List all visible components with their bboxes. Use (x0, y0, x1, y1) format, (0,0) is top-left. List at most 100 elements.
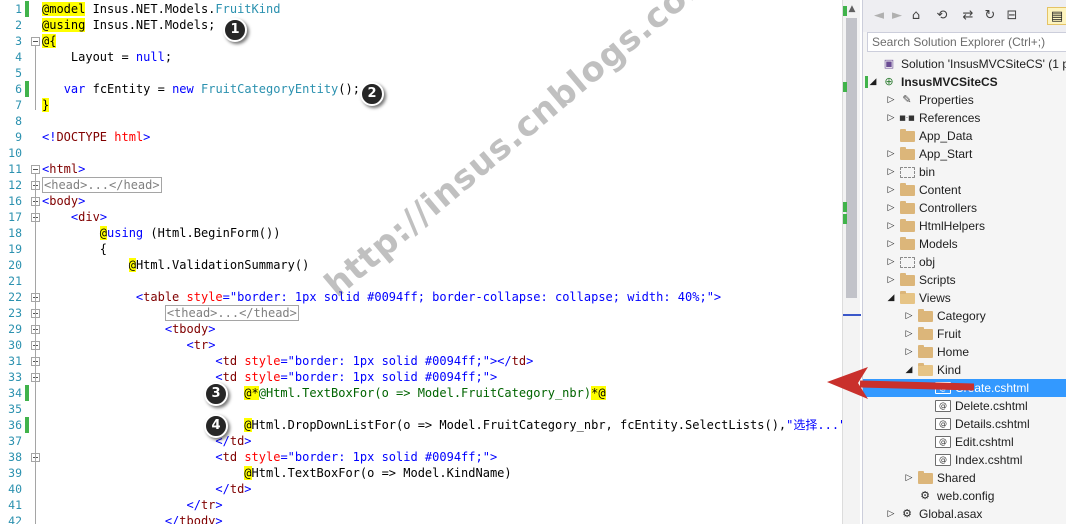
expand-arrow-icon[interactable]: ▷ (886, 199, 896, 217)
tree-item[interactable]: ⚙ web.config (863, 487, 1066, 505)
code-line[interactable]: <head>...</head> (42, 177, 162, 193)
expand-arrow-icon[interactable]: ▷ (904, 307, 914, 325)
tree-item[interactable]: ▷ ✎ Properties (863, 91, 1066, 109)
expand-arrow-icon[interactable]: ▷ (886, 217, 896, 235)
tree-item[interactable]: App_Data (863, 127, 1066, 145)
expand-arrow-icon[interactable]: ▷ (886, 235, 896, 253)
expand-arrow-icon[interactable]: ▷ (886, 505, 896, 523)
search-solution-explorer-input[interactable]: Search Solution Explorer (Ctrl+;) (867, 32, 1066, 52)
pending-changes-filter-icon[interactable]: ⟲ (931, 7, 953, 25)
code-line[interactable]: <body> (42, 193, 85, 209)
code-line[interactable]: </tr> (42, 497, 223, 513)
code-line[interactable]: <html> (42, 161, 85, 177)
sync-with-document-icon[interactable]: ⇄ (959, 7, 977, 25)
code-line[interactable]: @Html.ValidationSummary() (42, 257, 309, 273)
tree-item[interactable]: ▣ Solution 'InsusMVCSiteCS' (1 project) (863, 55, 1066, 73)
editor-vertical-scrollbar[interactable]: ▲ (842, 0, 861, 524)
line-number: 35 (8, 402, 22, 416)
tree-item[interactable]: ▷ HtmlHelpers (863, 217, 1066, 235)
code-line[interactable]: <div> (42, 209, 107, 225)
code-line[interactable]: var fcEntity = new FruitCategoryEntity()… (42, 81, 360, 97)
tree-item[interactable]: ▷ Shared (863, 469, 1066, 487)
line-number: 34 (8, 386, 22, 400)
expand-arrow-icon[interactable]: ▷ (904, 325, 914, 343)
tree-item[interactable]: ▷ Fruit (863, 325, 1066, 343)
home-icon[interactable]: ⌂ (907, 7, 925, 25)
expand-arrow-icon[interactable]: ▷ (886, 163, 896, 181)
expand-arrow-icon[interactable]: ▷ (904, 469, 914, 487)
code-line[interactable]: @using (Html.BeginForm()) (42, 225, 280, 241)
expand-arrow-icon[interactable]: ▷ (886, 91, 896, 109)
code-line[interactable]: { (42, 241, 107, 257)
tree-item[interactable]: ▷ App_Start (863, 145, 1066, 163)
tree-item[interactable]: ▷ bin (863, 163, 1066, 181)
code-line[interactable]: <td style="border: 1px solid #0094ff;"><… (42, 353, 533, 369)
folder-icon (900, 201, 915, 214)
code-line[interactable]: <!DOCTYPE html> (42, 129, 150, 145)
code-token: @ (128, 258, 136, 272)
tree-item[interactable]: ◢ Views (863, 289, 1066, 307)
change-marker (25, 417, 29, 433)
code-line[interactable]: <td style="border: 1px solid #0094ff;"> (42, 369, 497, 385)
code-line[interactable]: </td> (42, 481, 251, 497)
code-token: > (99, 210, 108, 224)
code-line[interactable]: @Html.DropDownListFor(o => Model.FruitCa… (42, 417, 854, 433)
code-line[interactable]: <thead>...</thead> (42, 305, 299, 321)
tree-item-label: Details.cshtml (955, 417, 1030, 431)
collapse-arrow-icon[interactable]: ◢ (886, 289, 896, 307)
code-line[interactable]: @{ (42, 33, 57, 49)
tree-item[interactable]: ▷ Scripts (863, 271, 1066, 289)
expand-arrow-icon[interactable]: ▷ (886, 109, 896, 127)
code-line[interactable]: @Html.TextBoxFor(o => Model.KindName) (42, 465, 512, 481)
code-token: tr (200, 498, 216, 512)
collapsed-region[interactable]: <head>...</head> (42, 177, 162, 193)
tree-item-label: Index.cshtml (955, 453, 1023, 467)
code-line[interactable]: <table style="border: 1px solid #0094ff;… (42, 289, 721, 305)
tree-item[interactable]: ▷ Home (863, 343, 1066, 361)
expand-arrow-icon[interactable]: ▷ (886, 145, 896, 163)
tree-item[interactable]: ▷ Category (863, 307, 1066, 325)
code-token: < (186, 338, 194, 352)
code-line[interactable]: @using Insus.NET.Models; (42, 17, 215, 33)
code-line[interactable]: <tbody> (42, 321, 216, 337)
code-text-area[interactable]: @model Insus.NET.Models.FruitKind @using … (42, 0, 854, 524)
cshtml-file-icon: @ (935, 436, 951, 448)
collapsed-region[interactable]: <thead>...</thead> (164, 305, 299, 321)
tree-item[interactable]: ▷ obj (863, 253, 1066, 271)
code-line[interactable]: <td style="border: 1px solid #0094ff;"> (42, 449, 497, 465)
refresh-icon[interactable]: ↻ (981, 7, 999, 25)
collapse-arrow-icon[interactable]: ◢ (868, 73, 878, 91)
code-line[interactable]: Layout = null; (42, 49, 172, 65)
expand-arrow-icon[interactable]: ▷ (886, 181, 896, 199)
expand-arrow-icon[interactable]: ▷ (904, 343, 914, 361)
forward-icon[interactable]: ► (889, 7, 905, 25)
code-line[interactable]: </tbody> (42, 513, 223, 524)
tree-item[interactable]: ▷ Content (863, 181, 1066, 199)
code-line[interactable]: @*@Html.TextBoxFor(o => Model.FruitCateg… (42, 385, 606, 401)
tree-item[interactable]: ▷ Models (863, 235, 1066, 253)
scrollbar-thumb[interactable] (846, 18, 857, 298)
tree-item[interactable]: ▷ ■·■ References (863, 109, 1066, 127)
collapse-all-icon[interactable]: ⊟ (1003, 7, 1021, 25)
code-line[interactable]: } (42, 97, 50, 113)
code-editor[interactable]: 1 2 3 4 5 6 7 8 9 10 11 12 16 17 18 19 20 21 22 23 29 30 31 33 3… (0, 0, 860, 524)
tree-item[interactable]: ▷ Controllers (863, 199, 1066, 217)
tree-item-label: Properties (919, 93, 974, 107)
code-line[interactable]: <tr> (42, 337, 216, 353)
expand-arrow-icon[interactable]: ▷ (886, 271, 896, 289)
tree-item[interactable]: ▷ ⚙ Global.asax (863, 505, 1066, 523)
solution-explorer-panel[interactable]: ◄ ► ⌂ ⟲ ⇄ ↻ ⊟ ▤ Search Solution Explorer… (862, 0, 1066, 524)
collapse-region-icon[interactable] (31, 37, 40, 46)
code-token: > (78, 194, 86, 208)
expand-arrow-icon[interactable]: ▷ (886, 253, 896, 271)
collapse-region-icon[interactable] (31, 165, 40, 174)
back-icon[interactable]: ◄ (871, 7, 887, 25)
tree-item[interactable]: ◢ ⊕ InsusMVCSiteCS (863, 73, 1066, 91)
code-line[interactable]: @model Insus.NET.Models.FruitKind (42, 1, 280, 17)
tree-item[interactable]: @ Edit.cshtml (863, 433, 1066, 451)
properties-icon[interactable]: ▤ (1047, 7, 1066, 25)
code-token: var (63, 82, 86, 96)
tree-item[interactable]: @ Index.cshtml (863, 451, 1066, 469)
tree-item[interactable]: @ Details.cshtml (863, 415, 1066, 433)
